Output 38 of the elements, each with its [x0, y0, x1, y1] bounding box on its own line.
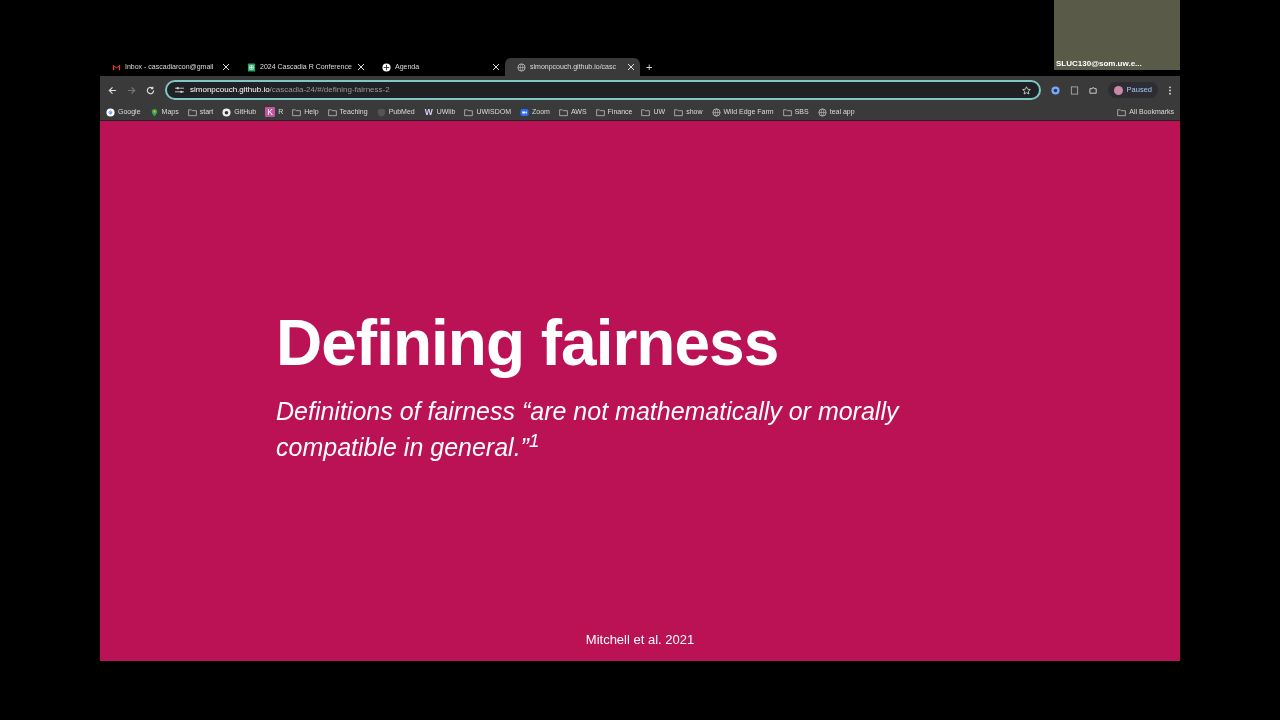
menu-icon[interactable]: [1168, 85, 1172, 95]
page-icon[interactable]: [1069, 85, 1079, 95]
new-tab-button[interactable]: +: [640, 58, 659, 76]
google-icon: [106, 107, 115, 117]
github-icon: [222, 107, 232, 117]
back-icon[interactable]: [108, 85, 117, 95]
reload-icon[interactable]: [146, 85, 155, 95]
site-settings-icon[interactable]: [175, 86, 184, 94]
address-bar[interactable]: simonpcouch.github.io/cascadia-24/#/defining-fairness-2: [165, 80, 1041, 100]
video-caption: SLUC130@som.uw.e...: [1056, 58, 1142, 70]
url-text: simonpcouch.github.io/cascadia-24/#/defining-fairness-2: [190, 84, 391, 96]
logo-icon: [382, 62, 391, 72]
avatar-icon: [1113, 85, 1123, 95]
video-camera-icon: [520, 107, 529, 117]
spreadsheet-icon: [247, 62, 256, 72]
folder-icon: [641, 107, 651, 117]
slide-subtitle: Definitions of fairness “are not mathematically or morally compatible in general.”$^{1}$: [276, 396, 901, 464]
letter-icon: W: [423, 107, 434, 117]
folder-icon: [674, 107, 684, 117]
globe-icon: [517, 62, 526, 72]
folder-icon: [1117, 107, 1127, 117]
folder-icon: [782, 107, 792, 117]
folder-icon: [187, 107, 197, 117]
star-icon[interactable]: [1021, 85, 1031, 95]
folder-icon: [292, 107, 302, 117]
folder-icon: [595, 107, 605, 117]
extension-icon[interactable]: [1050, 85, 1060, 95]
shield-icon: [376, 107, 386, 117]
folder-icon: [327, 107, 337, 117]
mail-icon: [112, 62, 121, 72]
globe-icon: [711, 107, 721, 117]
globe-icon: [817, 107, 827, 117]
folder-icon: [464, 107, 474, 117]
folder-icon: [558, 107, 568, 117]
forward-icon[interactable]: [127, 85, 136, 95]
map-pin-icon: [149, 107, 159, 117]
slide-footnote: Mitchell et al. 2021: [585, 631, 695, 647]
letter-icon: K: [265, 107, 276, 117]
